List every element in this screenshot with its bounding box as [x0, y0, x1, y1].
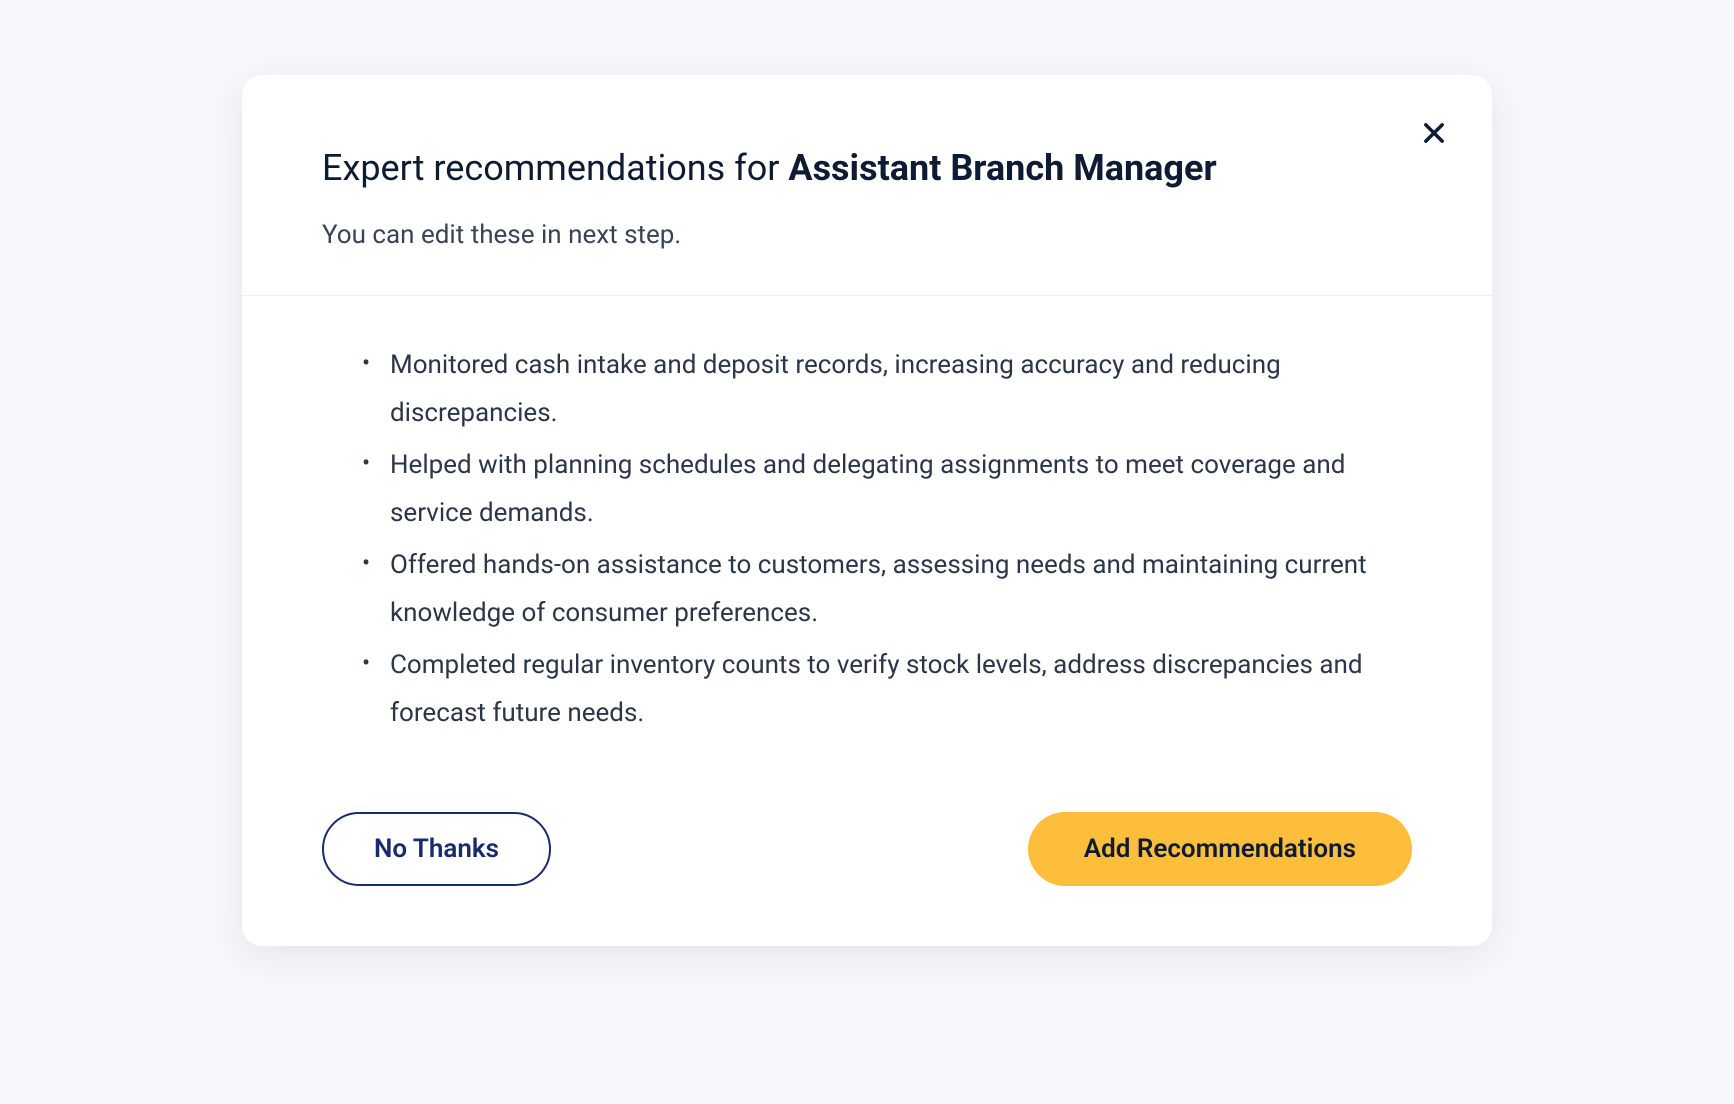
no-thanks-button[interactable]: No Thanks [322, 812, 551, 886]
close-button[interactable] [1416, 115, 1452, 151]
modal-title: Expert recommendations for Assistant Bra… [322, 145, 1412, 192]
title-prefix: Expert recommendations for [322, 147, 788, 189]
list-item: Offered hands-on assistance to customers… [362, 541, 1372, 637]
recommendation-list: Monitored cash intake and deposit record… [362, 341, 1372, 738]
modal-subtitle: You can edit these in next step. [322, 220, 1412, 250]
list-item: Completed regular inventory counts to ve… [362, 641, 1372, 737]
modal-footer: No Thanks Add Recommendations [242, 787, 1492, 886]
list-item: Monitored cash intake and deposit record… [362, 341, 1372, 437]
modal-header: Expert recommendations for Assistant Bra… [242, 75, 1492, 296]
title-role: Assistant Branch Manager [788, 147, 1216, 189]
list-item: Helped with planning schedules and deleg… [362, 441, 1372, 537]
add-recommendations-button[interactable]: Add Recommendations [1028, 812, 1412, 886]
close-icon [1420, 119, 1448, 147]
recommendations-modal: Expert recommendations for Assistant Bra… [242, 75, 1492, 946]
modal-body: Monitored cash intake and deposit record… [242, 296, 1492, 787]
